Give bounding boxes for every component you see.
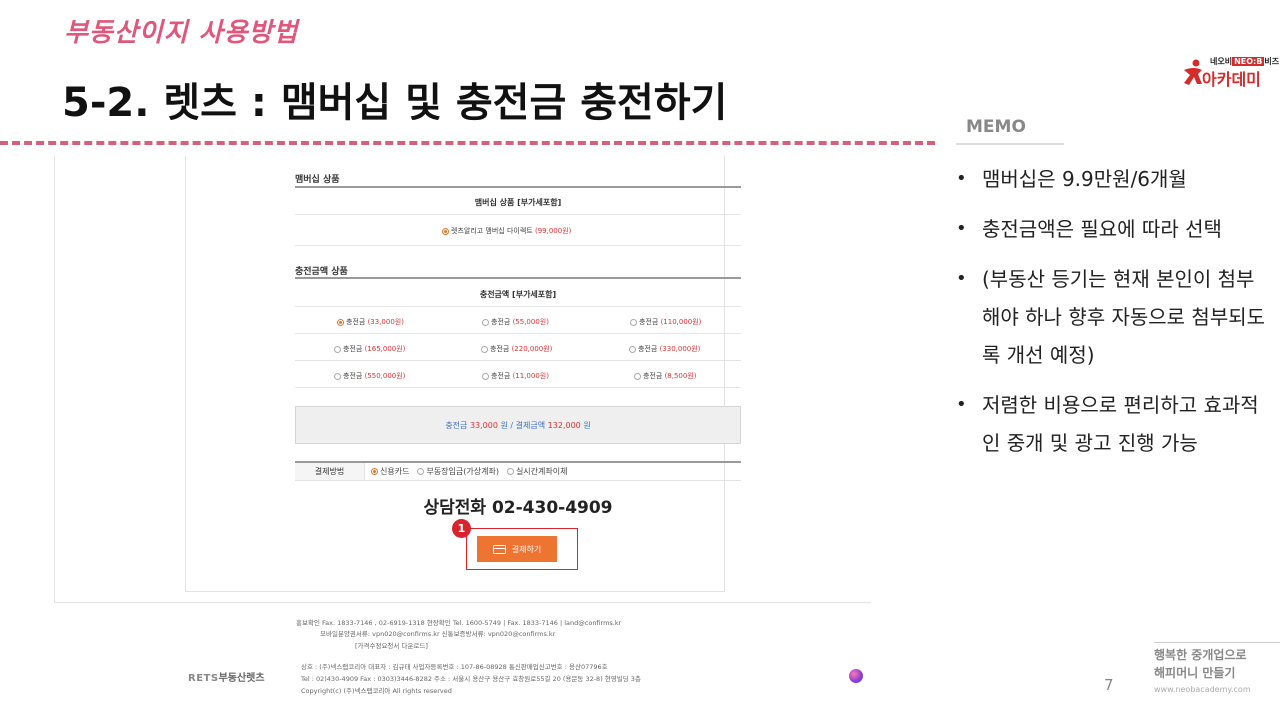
academy-logo: 네오비 NEO:B 비즈 아카데미 (1180, 54, 1279, 89)
payment-option-transfer[interactable]: 실시간계좌이체 (506, 466, 567, 477)
logo-main-text: 아카데미 (1202, 70, 1261, 89)
website-screenshot: 맴버십 상품 맴버십 상품 [부가세포함] 렛츠알리고 맴버십 다이렉트 (99… (54, 156, 871, 696)
charge-option[interactable]: 충전금 (55,000원) (482, 317, 549, 327)
footer-line-4: 상호 : (주)넥스랩코리아 대표자 : 김규태 사업자등록번호 : 107-8… (301, 663, 608, 671)
page-number: 7 (1104, 676, 1114, 694)
step-badge: 1 (452, 519, 471, 538)
radio-icon[interactable] (506, 468, 514, 475)
payment-method-label: 결제방법 (295, 463, 365, 480)
membership-section-title: 맴버십 상품 (295, 175, 340, 185)
radio-icon[interactable] (334, 345, 341, 353)
total-unit-2: 원 (583, 421, 591, 430)
charge-section-title: 충전금액 상품 (295, 267, 348, 277)
brand-url: www.neobacademy.com (1154, 685, 1251, 694)
membership-sub-head: 맴버십 상품 [부가세포함] (474, 198, 562, 207)
slide-subtitle: 부동산이지 사용방법 (64, 18, 299, 48)
radio-icon[interactable] (634, 372, 641, 380)
radio-icon[interactable] (630, 318, 637, 326)
radio-icon[interactable] (482, 318, 489, 326)
radio-icon[interactable] (334, 372, 341, 380)
membership-option[interactable]: 렛츠알리고 맴버십 다이렉트 (99,000원) (442, 226, 571, 236)
payment-method-row: 결제방법 신용카드 부동장입금(가상계좌) 실시간계좌이체 (295, 463, 741, 481)
footer-line-6: Copyright(c) (주)넥스랩코리아 All rights reserv… (301, 687, 452, 695)
brand-slogan: 행복한 중개업으로 해피머니 만들기 (1154, 648, 1247, 680)
footer-line-5: Tel : 02)430-4909 Fax : 0303)3446-8282 주… (301, 675, 641, 683)
radio-icon[interactable] (371, 468, 378, 475)
footer-line-2: 모바일분양권서류: vpn020@confirms.kr 신통보증방서류: vp… (320, 630, 556, 638)
charge-option[interactable]: 충전금 (220,000원) (481, 344, 552, 354)
charge-option[interactable]: 충전금 (110,000원) (630, 317, 701, 327)
radio-icon[interactable] (482, 372, 489, 380)
charge-sub-head: 충전금액 [부가세포함] (479, 290, 557, 299)
memo-label: MEMO (956, 114, 1064, 145)
charge-option[interactable]: 충전금 (33,000원) (337, 317, 404, 327)
radio-icon[interactable] (629, 345, 636, 353)
title-divider (0, 141, 935, 145)
memo-item: (부동산 등기는 현재 본인이 첨부해야 하나 향후 자동으로 첨부되도록 개선… (956, 260, 1266, 374)
floating-chat-icon[interactable] (849, 669, 863, 683)
pay-button[interactable]: 결제하기 (477, 536, 557, 562)
total-summary: 충전금 33,000 원 / 결제금액 132,000 원 (295, 406, 741, 444)
consult-phone: 상담전화 02-430-4909 (423, 498, 613, 518)
slide-title: 5-2. 렛츠 : 맴버십 및 충전금 충전하기 (62, 80, 728, 126)
rets-logo: RETS부동산렛츠 (188, 673, 265, 684)
footer-line-1: 홍보확인 Fax. 1833-7146 , 02-6919-1318 현장확인 … (296, 619, 622, 627)
charge-option[interactable]: 충전금 (330,000원) (629, 344, 700, 354)
charge-option[interactable]: 충전금 (550,000원) (334, 371, 405, 381)
radio-icon[interactable] (442, 227, 449, 235)
memo-item: 저렴한 비용으로 편리하고 효과적인 중개 및 광고 진행 가능 (956, 386, 1266, 462)
memo-list: 맴버십은 9.9만원/6개월 충전금액은 필요에 따라 선택 (부동산 등기는 … (956, 160, 1266, 474)
charge-option[interactable]: 충전금 (11,000원) (482, 371, 549, 381)
footer-download-link[interactable]: [가격수정요청서 다운로드] (355, 640, 428, 650)
credit-card-icon (492, 544, 506, 554)
radio-icon[interactable] (481, 345, 488, 353)
charge-option[interactable]: 충전금 (8,500원) (634, 371, 697, 381)
memo-item: 맴버십은 9.9만원/6개월 (956, 160, 1266, 198)
payment-option-card[interactable]: 신용카드 (371, 466, 409, 477)
payment-option-virtual-account[interactable]: 부동장입금(가상계좌) (417, 466, 499, 477)
radio-icon[interactable] (417, 468, 425, 475)
radio-icon[interactable] (337, 318, 344, 326)
charge-option[interactable]: 충전금 (165,000원) (334, 344, 405, 354)
memo-item: 충전금액은 필요에 따라 선택 (956, 210, 1266, 248)
